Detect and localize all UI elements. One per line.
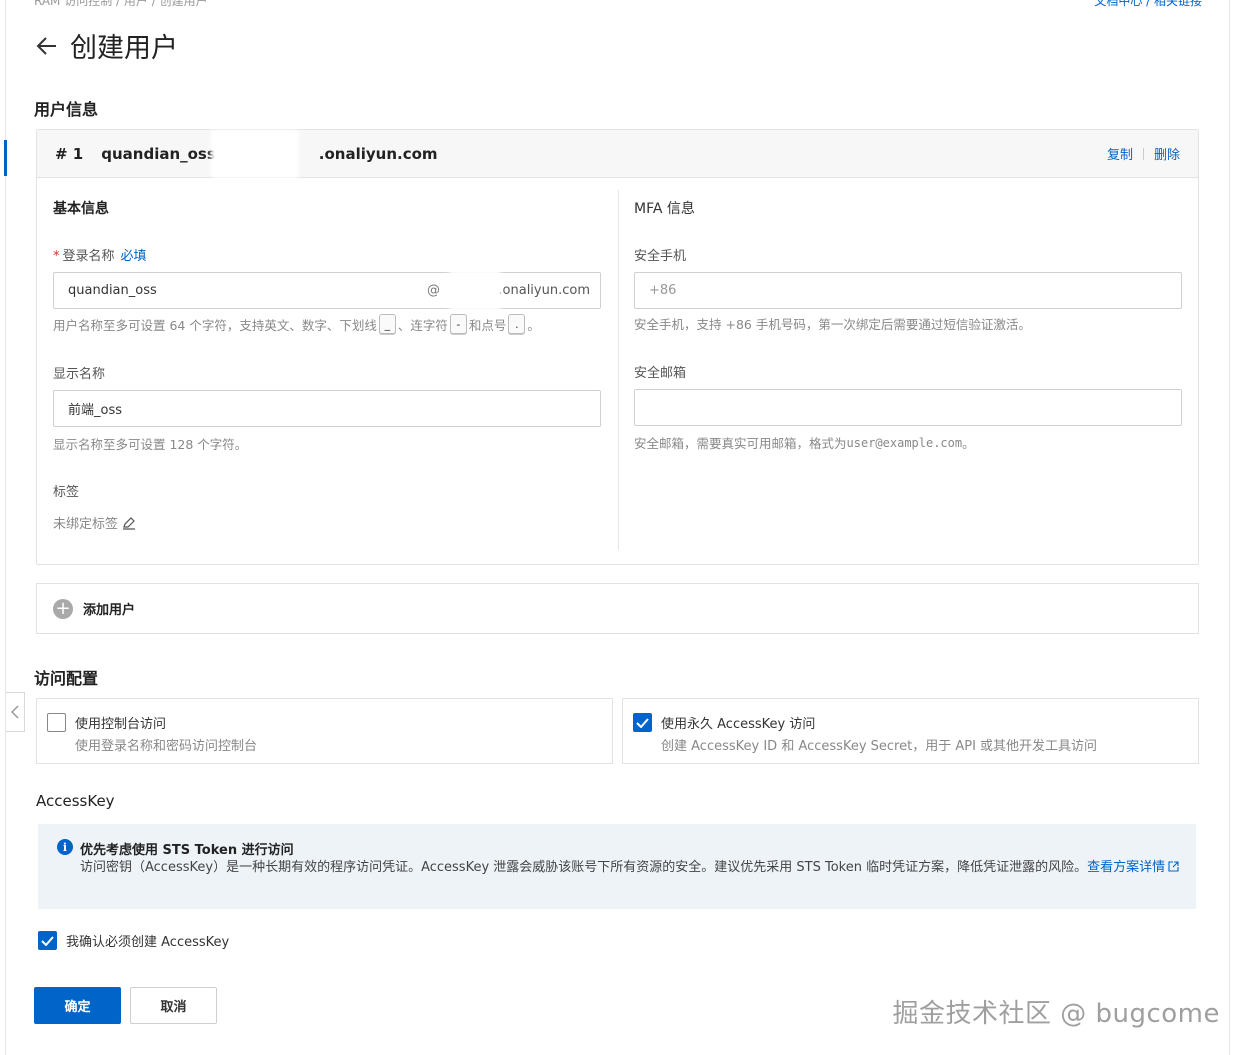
login-name-input[interactable]: quandian_oss @ .onaliyun.com: [53, 272, 601, 309]
watermark: 掘金技术社区 @ bugcome: [892, 999, 1220, 1029]
security-email-input[interactable]: [634, 389, 1182, 426]
tags-empty: 未绑定标签: [53, 513, 136, 532]
chevron-left-icon: [11, 705, 19, 719]
mfa-info-title: MFA 信息: [634, 201, 695, 217]
section-title-access: 访问配置: [34, 669, 99, 688]
underscore-key: _: [378, 314, 396, 334]
basic-info-title: 基本信息: [53, 201, 109, 217]
ok-button[interactable]: 确定: [34, 987, 121, 1024]
dot-key: .: [508, 314, 526, 334]
login-name-help: 用户名称至多可设置 64 个字符，支持英文、数字、下划线 _ 、连字符 - 和点…: [53, 314, 540, 334]
cancel-button[interactable]: 取消: [130, 987, 217, 1024]
display-name-input[interactable]: 前端_oss: [53, 390, 601, 427]
confirm-accesskey-label: 我确认必须创建 AccessKey: [66, 935, 230, 950]
security-email-label: 安全邮箱: [634, 366, 687, 381]
confirm-accesskey-option[interactable]: 我确认必须创建 AccessKey: [38, 931, 229, 950]
arrow-left-icon[interactable]: [34, 33, 60, 59]
external-link-icon: [1168, 861, 1179, 872]
delete-link[interactable]: 删除: [1154, 144, 1180, 163]
at-sign: @: [427, 283, 440, 298]
login-name-label: * 登录名称 必填: [53, 249, 147, 264]
redaction-mask: [449, 270, 501, 311]
user-card-actions: 复制 删除: [1107, 144, 1180, 163]
info-icon: i: [57, 839, 73, 855]
accesskey-access-checkbox[interactable]: [633, 713, 652, 732]
sidebar-collapse-handle[interactable]: [6, 692, 25, 732]
nav-active-indicator: [4, 140, 7, 176]
tags-label: 标签: [53, 485, 80, 500]
confirm-accesskey-checkbox[interactable]: [38, 931, 57, 950]
section-title-accesskey: AccessKey: [36, 792, 115, 810]
required-star: *: [53, 249, 60, 264]
alert-title: 优先考虑使用 STS Token 进行访问: [80, 843, 294, 858]
page-frame-right: [1229, 0, 1230, 1055]
page-header: 创建用户: [34, 26, 178, 65]
security-phone-label: 安全手机: [634, 249, 687, 264]
edit-icon[interactable]: [122, 516, 136, 530]
user-index: # 1: [55, 144, 84, 163]
plus-icon: +: [53, 598, 73, 619]
domain-suffix: .onaliyun.com: [498, 283, 590, 298]
user-card-header: # 1 quandian_oss@ .onaliyun.com 复制 删除: [37, 130, 1198, 178]
security-phone-help: 安全手机，支持 +86 手机号码，第一次绑定后需要通过短信验证激活。: [634, 317, 1031, 332]
accesskey-access-option[interactable]: 使用永久 AccessKey 访问 创建 AccessKey ID 和 Acce…: [622, 698, 1199, 764]
section-title-user-info: 用户信息: [34, 100, 99, 119]
redaction-mask: [211, 130, 299, 178]
page-title: 创建用户: [70, 33, 178, 64]
column-divider: [618, 190, 619, 550]
check-icon: [41, 935, 54, 946]
top-links[interactable]: 文档中心 / 相关链接: [1094, 0, 1202, 9]
sts-token-alert: i 优先考虑使用 STS Token 进行访问 访问密钥（AccessKey）是…: [38, 824, 1196, 909]
user-card: # 1 quandian_oss@ .onaliyun.com 复制 删除 基本信…: [36, 129, 1199, 565]
display-name-label: 显示名称: [53, 367, 106, 382]
divider: [1142, 147, 1144, 160]
security-phone-input[interactable]: +86: [634, 272, 1182, 309]
display-name-help: 显示名称至多可设置 128 个字符。: [53, 437, 248, 452]
check-icon: [636, 717, 649, 728]
breadcrumb: RAM 访问控制 / 用户 / 创建用户: [34, 0, 208, 8]
view-solution-link[interactable]: 查看方案详情: [1087, 860, 1179, 875]
add-user-button[interactable]: + 添加用户: [36, 583, 1199, 634]
user-card-body: 基本信息 * 登录名称 必填 quandian_oss @ .onaliyun.co…: [37, 178, 1198, 564]
required-tag: 必填: [120, 249, 147, 264]
copy-link[interactable]: 复制: [1107, 144, 1133, 163]
dash-key: -: [449, 314, 467, 334]
console-access-option[interactable]: 使用控制台访问 使用登录名称和密码访问控制台: [36, 698, 613, 764]
console-access-checkbox[interactable]: [47, 713, 66, 732]
alert-body: 访问密钥（AccessKey）是一种长期有效的程序访问凭证。AccessKey …: [80, 858, 1180, 878]
security-email-help: 安全邮箱，需要真实可用邮箱，格式为 user@example.com。: [634, 435, 975, 452]
